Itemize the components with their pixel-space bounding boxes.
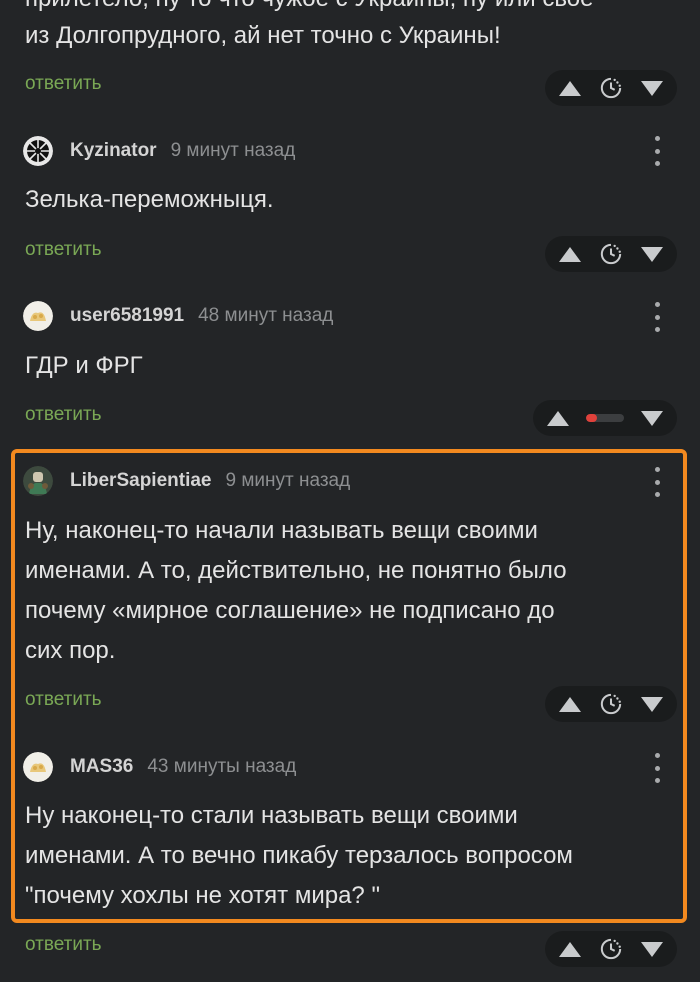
vote-bar (545, 686, 677, 722)
comment-header: user6581991 48 минут назад (23, 300, 333, 332)
avatar-icon[interactable] (23, 301, 53, 331)
comment-header: Kyzinator 9 минут назад (23, 135, 295, 167)
comment-time: 9 минут назад (225, 470, 351, 491)
comment-text: ГДР и ФРГ (25, 352, 143, 379)
vote-bar (545, 931, 677, 967)
upvote-arrow-icon[interactable] (559, 941, 581, 957)
rating-bar (586, 414, 624, 422)
upvote-arrow-icon[interactable] (559, 80, 581, 96)
comment-text-line: почему «мирное соглашение» не подписано … (25, 597, 555, 624)
comment-author[interactable]: Kyzinator (70, 140, 157, 162)
more-vertical-icon[interactable] (646, 467, 668, 497)
comment-author[interactable]: LiberSapientiae (70, 470, 212, 492)
comment-text-line: Ну, наконец-то начали называть вещи свои… (25, 517, 538, 544)
reply-link[interactable]: ответить (25, 73, 102, 95)
reply-link[interactable]: ответить (25, 934, 102, 956)
upvote-arrow-icon[interactable] (547, 410, 569, 426)
vote-bar (533, 400, 677, 436)
vote-bar (545, 70, 677, 106)
reply-link[interactable]: ответить (25, 239, 102, 261)
more-vertical-icon[interactable] (646, 136, 668, 166)
timer-icon (600, 938, 622, 960)
avatar-icon[interactable] (23, 752, 53, 782)
vote-bar (545, 236, 677, 272)
comment-text: Зелька-переможныця. (25, 186, 274, 213)
comment-author[interactable]: user6581991 (70, 305, 184, 327)
downvote-arrow-icon[interactable] (641, 80, 663, 96)
avatar-icon[interactable] (23, 466, 53, 496)
comment-text-line: Ну наконец-то стали называть вещи своими (25, 802, 518, 829)
timer-icon (600, 243, 622, 265)
comment-time: 43 минуты назад (147, 756, 297, 777)
comment-header: MAS36 43 минуты назад (23, 751, 296, 783)
rating-negative-fill (586, 414, 598, 422)
upvote-arrow-icon[interactable] (559, 696, 581, 712)
reply-link[interactable]: ответить (25, 404, 102, 426)
comment-text-line: сих пор. (25, 637, 116, 664)
more-vertical-icon[interactable] (646, 753, 668, 783)
comment-time: 48 минут назад (198, 305, 334, 326)
comment-text-line: именами. А то, действительно, не понятно… (25, 557, 567, 584)
avatar-icon[interactable] (23, 136, 53, 166)
comment-header: LiberSapientiae 9 минут назад (23, 465, 350, 497)
reply-link[interactable]: ответить (25, 689, 102, 711)
comment-text-line: из Долгопрудного, ай нет точно с Украины… (25, 22, 501, 49)
comment-text-line: "почему хохлы не хотят мира? " (25, 882, 380, 909)
upvote-arrow-icon[interactable] (559, 246, 581, 262)
comment-text-line: именами. А то вечно пикабу терзалось воп… (25, 842, 573, 869)
downvote-arrow-icon[interactable] (641, 696, 663, 712)
more-vertical-icon[interactable] (646, 302, 668, 332)
comment-time: 9 минут назад (170, 140, 296, 161)
downvote-arrow-icon[interactable] (641, 941, 663, 957)
downvote-arrow-icon[interactable] (641, 246, 663, 262)
downvote-arrow-icon[interactable] (641, 410, 663, 426)
comment-author[interactable]: MAS36 (70, 756, 133, 778)
timer-icon (600, 77, 622, 99)
timer-icon (600, 693, 622, 715)
